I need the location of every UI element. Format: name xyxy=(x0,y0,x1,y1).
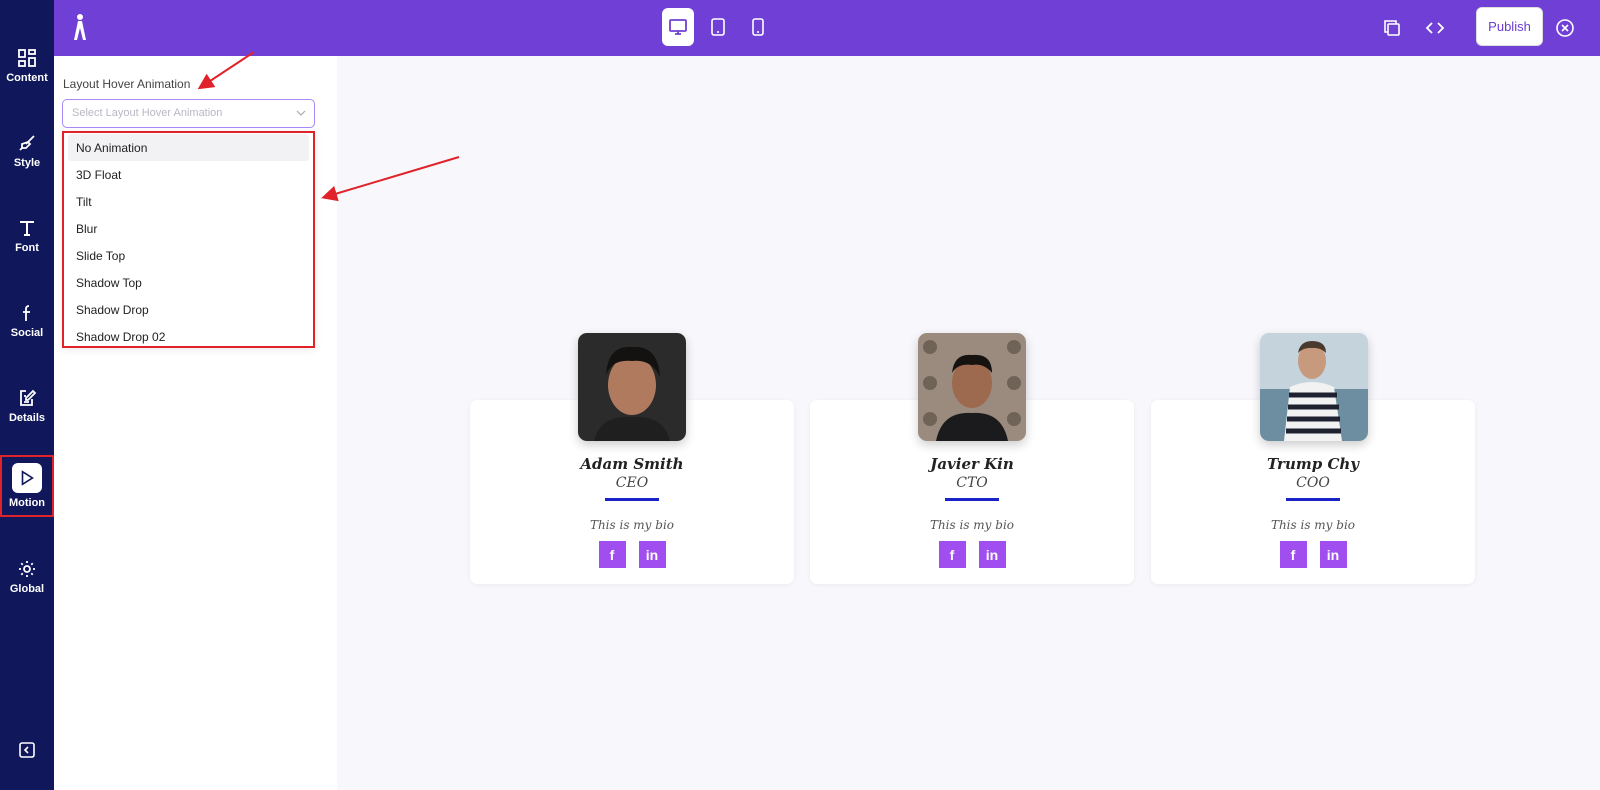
member-role: CTO xyxy=(956,475,988,491)
sidebar-item-label: Content xyxy=(6,72,48,84)
sidebar-item-label: Motion xyxy=(8,497,46,509)
sidebar-item-motion[interactable]: Motion xyxy=(0,455,54,517)
mobile-view-button[interactable] xyxy=(742,8,774,46)
desktop-icon xyxy=(669,19,687,35)
sidebar-item-font[interactable]: Font xyxy=(0,208,54,270)
facebook-icon[interactable]: f xyxy=(1279,541,1307,568)
option-no-animation[interactable]: No Animation xyxy=(68,134,309,161)
member-role: CEO xyxy=(615,475,649,491)
linkedin-icon[interactable]: in xyxy=(1319,541,1347,568)
member-name: Trump Chy xyxy=(1266,455,1360,473)
top-toolbar: Publish xyxy=(54,0,1600,56)
sidebar-item-style[interactable]: Style xyxy=(0,123,54,185)
option-3d-float[interactable]: 3D Float xyxy=(68,161,309,188)
option-shadow-drop[interactable]: Shadow Drop xyxy=(68,296,309,323)
tablet-view-button[interactable] xyxy=(702,8,734,46)
hover-animation-select[interactable]: Select Layout Hover Animation xyxy=(62,99,315,128)
team-member-info: Trump Chy COO This is my bio f in xyxy=(1151,455,1475,568)
team-member-info: Adam Smith CEO This is my bio f in xyxy=(470,455,794,568)
member-bio: This is my bio xyxy=(589,518,675,532)
social-links: f in xyxy=(1151,541,1475,568)
chevron-down-icon xyxy=(296,110,306,116)
collapse-sidebar-icon[interactable] xyxy=(17,740,37,760)
sidebar-item-label: Social xyxy=(10,327,44,339)
sidebar-item-label: Global xyxy=(9,583,45,595)
animation-dropdown-menu: No Animation 3D Float Tilt Blur Slide To… xyxy=(62,131,315,348)
option-slide-top[interactable]: Slide Top xyxy=(68,242,309,269)
member-name: Adam Smith xyxy=(580,455,684,473)
facebook-icon xyxy=(23,305,30,321)
option-tilt[interactable]: Tilt xyxy=(68,188,309,215)
brush-icon xyxy=(19,135,35,151)
linkedin-icon[interactable]: in xyxy=(978,541,1006,568)
select-placeholder: Select Layout Hover Animation xyxy=(72,107,223,119)
avatar xyxy=(578,333,686,441)
avatar xyxy=(1260,333,1368,441)
divider xyxy=(1286,498,1340,501)
edit-icon xyxy=(20,389,37,406)
sidebar-item-content[interactable]: Content xyxy=(0,38,54,100)
field-label: Layout Hover Animation xyxy=(63,77,191,91)
social-links: f in xyxy=(810,541,1134,568)
member-bio: This is my bio xyxy=(1270,518,1356,532)
copy-icon[interactable] xyxy=(1380,16,1404,40)
team-member-info: Javier Kin CTO This is my bio f in xyxy=(810,455,1134,568)
divider xyxy=(605,498,659,501)
tablet-icon xyxy=(711,18,725,36)
gear-icon xyxy=(19,561,35,577)
member-bio: This is my bio xyxy=(929,518,1015,532)
mobile-icon xyxy=(752,18,764,36)
sidebar-item-label: Style xyxy=(13,157,41,169)
avatar xyxy=(918,333,1026,441)
facebook-icon[interactable]: f xyxy=(598,541,626,568)
member-name: Javier Kin xyxy=(930,455,1014,473)
option-shadow-drop-02[interactable]: Shadow Drop 02 xyxy=(68,323,309,350)
publish-button[interactable]: Publish xyxy=(1476,7,1543,46)
code-icon[interactable] xyxy=(1423,16,1447,40)
sidebar-item-social[interactable]: Social xyxy=(0,293,54,355)
settings-panel: Layout Hover Animation Select Layout Hov… xyxy=(54,56,337,790)
close-icon[interactable] xyxy=(1553,16,1577,40)
facebook-icon[interactable]: f xyxy=(938,541,966,568)
option-shadow-top[interactable]: Shadow Top xyxy=(68,269,309,296)
desktop-view-button[interactable] xyxy=(662,8,694,46)
sidebar-item-global[interactable]: Global xyxy=(0,549,54,611)
left-sidebar: Content Style Font Social Details Motion… xyxy=(0,0,54,790)
sidebar-item-details[interactable]: Details xyxy=(0,378,54,440)
grid-icon xyxy=(18,49,36,67)
sidebar-item-label: Details xyxy=(8,412,46,424)
option-blur[interactable]: Blur xyxy=(68,215,309,242)
play-icon xyxy=(12,463,42,493)
text-icon xyxy=(20,221,34,236)
divider xyxy=(945,498,999,501)
linkedin-icon[interactable]: in xyxy=(638,541,666,568)
member-role: COO xyxy=(1296,475,1330,491)
sidebar-item-label: Font xyxy=(15,242,39,254)
brand-logo xyxy=(74,14,86,40)
social-links: f in xyxy=(470,541,794,568)
